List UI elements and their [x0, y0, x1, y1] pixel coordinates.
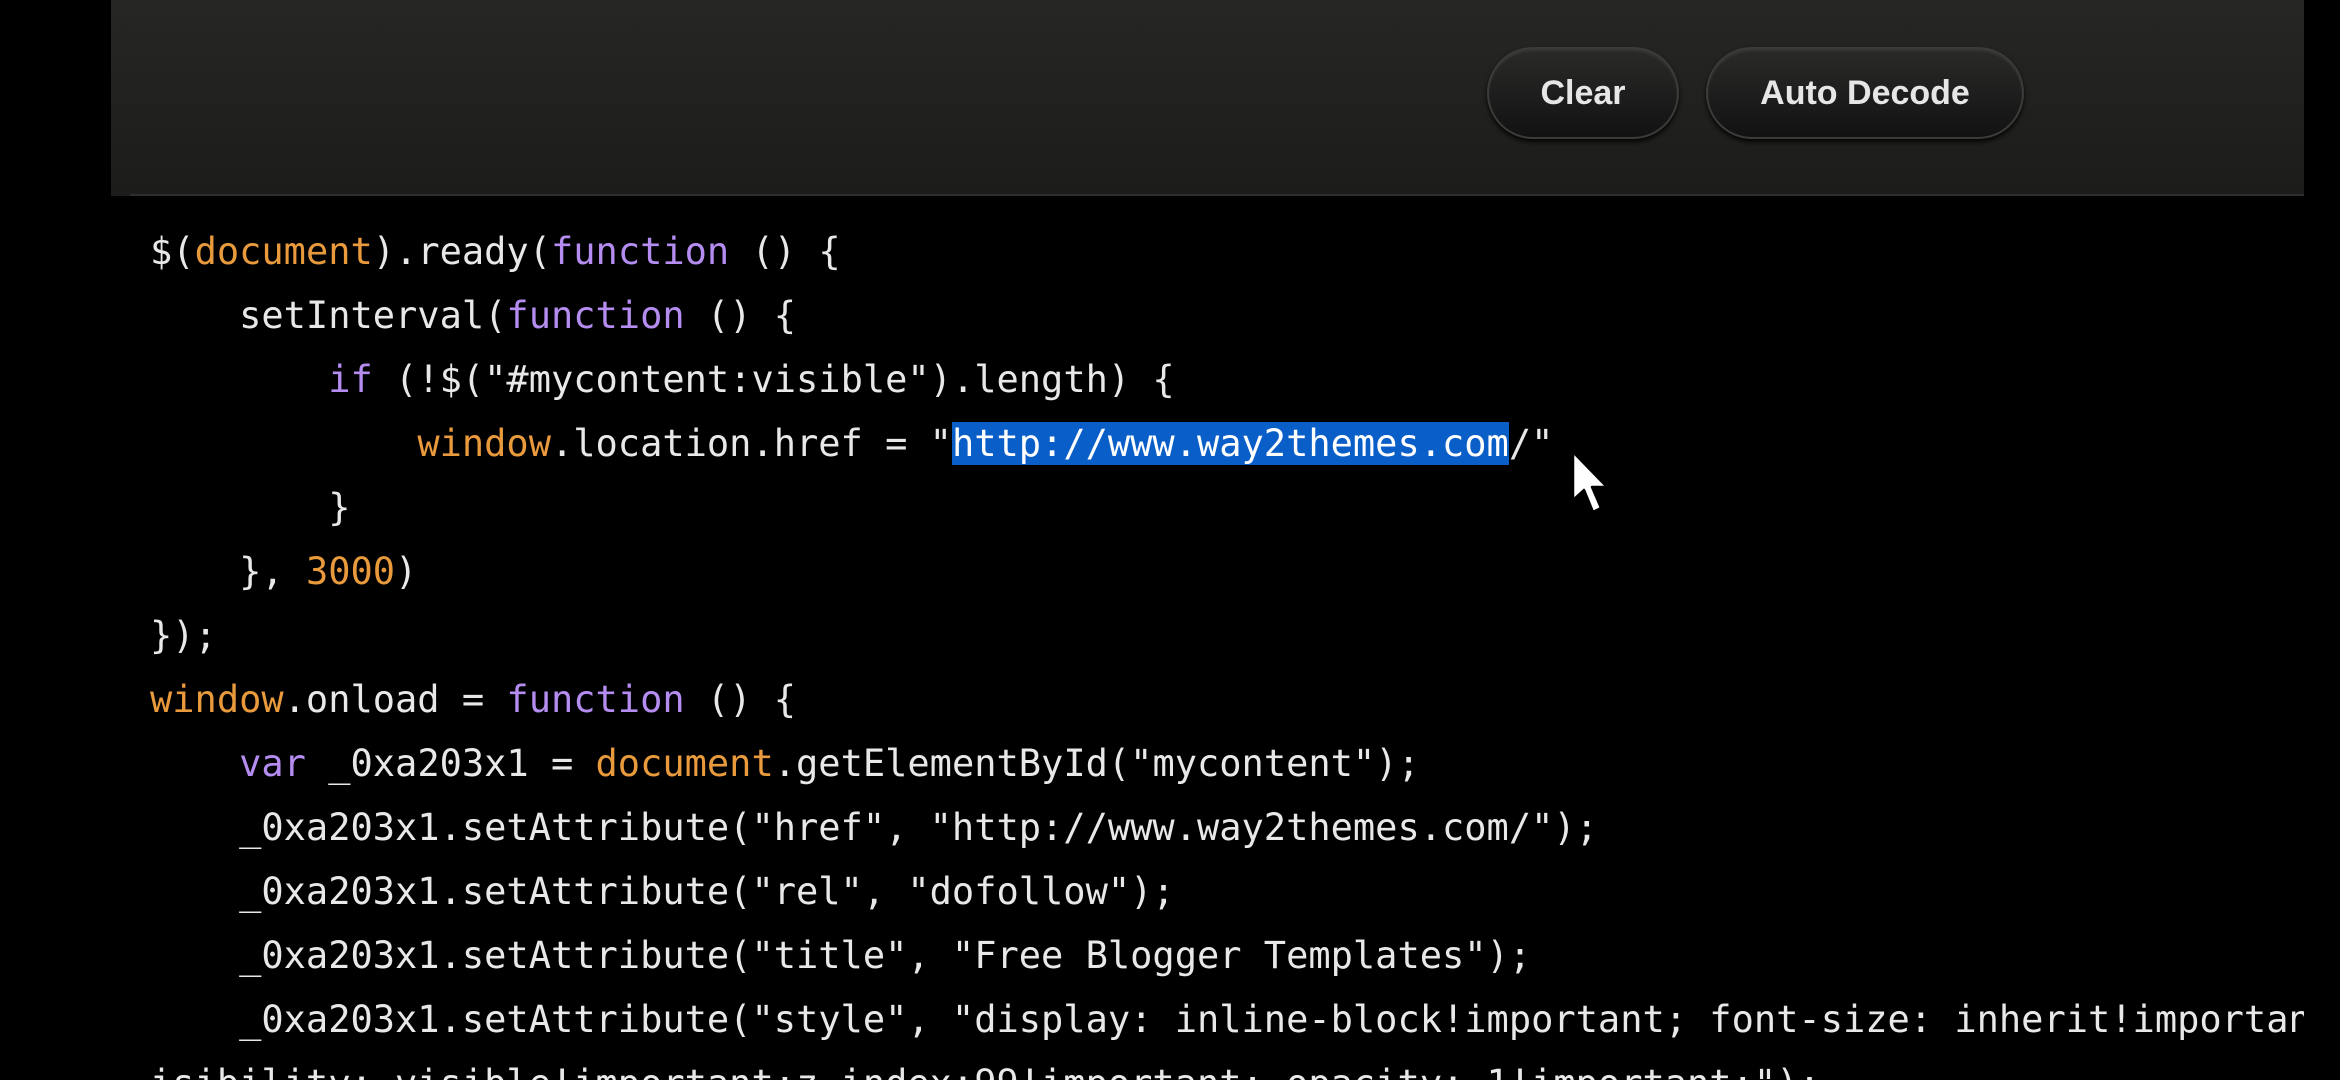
code-line[interactable]: setInterval(function () {	[150, 286, 796, 346]
code-token: .onload =	[283, 678, 507, 721]
code-line[interactable]: $(document).ready(function () {	[150, 222, 841, 282]
code-token: },	[150, 550, 306, 593]
code-token: _0xa203x1.setAttribute("style", "display…	[239, 998, 2304, 1041]
code-token: _0xa203x1.setAttribute("href", "http://w…	[150, 806, 1598, 849]
code-line[interactable]: isibility: visible!important;z-index:99!…	[150, 1054, 1821, 1080]
code-token: function	[551, 230, 730, 273]
code-line[interactable]: _0xa203x1.setAttribute("href", "http://w…	[150, 798, 1598, 858]
code-token: (!$("#mycontent:visible").length) {	[372, 358, 1175, 401]
code-token: ).ready(	[372, 230, 551, 273]
code-line[interactable]: window.onload = function () {	[150, 670, 796, 730]
code-token: _0xa203x1.setAttribute("rel", "dofollow"…	[150, 870, 1175, 913]
right-black-edge	[2304, 0, 2340, 1080]
auto-decode-button-label: Auto Decode	[1760, 73, 1970, 112]
code-token: }	[150, 486, 351, 529]
code-output-panel[interactable]: $(document).ready(function () { setInter…	[130, 196, 2304, 1080]
selected-text: http://www.way2themes.com	[951, 422, 1509, 465]
code-line[interactable]: _0xa203x1.setAttribute("style", "display…	[150, 990, 2304, 1050]
code-line[interactable]: });	[150, 606, 217, 666]
code-line[interactable]: _0xa203x1.setAttribute("rel", "dofollow"…	[150, 862, 1175, 922]
code-token: )	[395, 550, 418, 593]
auto-decode-button[interactable]: Auto Decode	[1706, 47, 2024, 139]
code-token: isibility: visible!important;z-index:99!…	[150, 1062, 1821, 1080]
code-line[interactable]: var _0xa203x1 = document.getElementById(…	[150, 734, 1420, 794]
mouse-pointer-icon	[1571, 450, 1609, 514]
code-token: .getElementById("mycontent");	[773, 742, 1420, 785]
code-line[interactable]: }, 3000)	[150, 542, 417, 602]
code-token: () {	[729, 230, 841, 273]
code-token: function	[506, 294, 685, 337]
code-token: $(	[150, 230, 195, 273]
code-token: document	[595, 742, 774, 785]
code-token: function	[506, 678, 685, 721]
code-token: setInterval(	[150, 294, 507, 337]
code-token: .location.href = "	[550, 422, 952, 465]
code-token: () {	[684, 678, 797, 721]
code-token: _0xa203x1 =	[305, 742, 596, 785]
code-token: if	[328, 358, 373, 401]
code-token: document	[194, 230, 373, 273]
code-token: /"	[1508, 422, 1554, 465]
code-token: });	[150, 614, 217, 657]
code-token: window	[417, 422, 551, 465]
code-line[interactable]: }	[150, 478, 350, 538]
code-line[interactable]: _0xa203x1.setAttribute("title", "Free Bl…	[150, 926, 1531, 986]
code-token: var	[239, 742, 306, 785]
code-token: () {	[684, 294, 797, 337]
clear-button-label: Clear	[1540, 73, 1626, 112]
code-line[interactable]: if (!$("#mycontent:visible").length) {	[150, 350, 1175, 410]
code-token: _0xa203x1.setAttribute("title", "Free Bl…	[150, 934, 1532, 977]
code-token: window	[150, 678, 284, 721]
code-token: 3000	[305, 550, 396, 593]
left-black-edge	[0, 0, 111, 1080]
code-line[interactable]: window.location.href = "http://www.way2t…	[150, 414, 1553, 474]
decoder-toolbar: Clear Auto Decode	[111, 0, 2304, 196]
clear-button[interactable]: Clear	[1487, 47, 1679, 139]
